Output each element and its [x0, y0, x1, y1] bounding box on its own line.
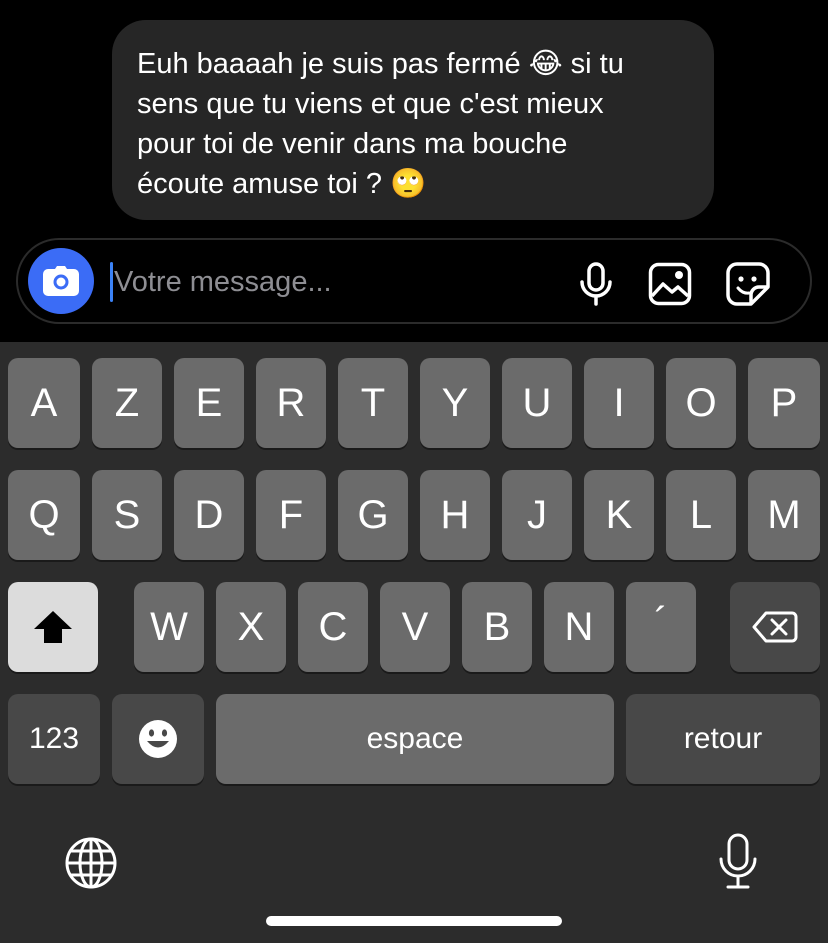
- key-n[interactable]: N: [544, 582, 614, 672]
- key-k[interactable]: K: [584, 470, 654, 560]
- keyboard: A Z E R T Y U I O P Q S D F G H J K L M …: [0, 342, 828, 943]
- shift-icon: [34, 611, 72, 643]
- chat-area: Euh baaaah je suis pas fermé 😂 si tu sen…: [0, 0, 828, 342]
- key-o[interactable]: O: [666, 358, 736, 448]
- key-p[interactable]: P: [748, 358, 820, 448]
- key-t[interactable]: T: [338, 358, 408, 448]
- shift-key[interactable]: [8, 582, 98, 672]
- dictation-button[interactable]: [710, 830, 766, 894]
- key-y[interactable]: Y: [420, 358, 490, 448]
- home-indicator[interactable]: [266, 916, 562, 926]
- message-bubble: Euh baaaah je suis pas fermé 😂 si tu sen…: [112, 20, 714, 220]
- backspace-key[interactable]: [730, 582, 820, 672]
- key-f[interactable]: F: [256, 470, 326, 560]
- key-m[interactable]: M: [748, 470, 820, 560]
- emoji-icon: [139, 720, 177, 758]
- key-e[interactable]: E: [174, 358, 244, 448]
- globe-icon: [65, 837, 117, 889]
- emoji-key[interactable]: [112, 694, 204, 784]
- key-s[interactable]: S: [92, 470, 162, 560]
- image-icon: [648, 262, 692, 306]
- key-l[interactable]: L: [666, 470, 736, 560]
- dictation-icon: [719, 833, 757, 889]
- key-r[interactable]: R: [256, 358, 326, 448]
- camera-button[interactable]: [28, 248, 94, 314]
- key-w[interactable]: W: [134, 582, 204, 672]
- key-g[interactable]: G: [338, 470, 408, 560]
- key-q[interactable]: Q: [8, 470, 80, 560]
- key-a[interactable]: A: [8, 358, 80, 448]
- key-x[interactable]: X: [216, 582, 286, 672]
- backspace-icon: [752, 611, 798, 643]
- microphone-button[interactable]: [572, 260, 620, 308]
- sticker-button[interactable]: [724, 260, 772, 308]
- message-composer: [16, 238, 812, 324]
- return-key[interactable]: retour: [626, 694, 820, 784]
- text-caret: [110, 262, 113, 302]
- numbers-key[interactable]: 123: [8, 694, 100, 784]
- space-key[interactable]: espace: [216, 694, 614, 784]
- key-b[interactable]: B: [462, 582, 532, 672]
- camera-icon: [43, 266, 79, 296]
- key-z[interactable]: Z: [92, 358, 162, 448]
- gallery-button[interactable]: [646, 260, 694, 308]
- key-d[interactable]: D: [174, 470, 244, 560]
- message-input[interactable]: [114, 258, 554, 306]
- key-c[interactable]: C: [298, 582, 368, 672]
- globe-button[interactable]: [62, 834, 120, 892]
- sticker-icon: [726, 262, 770, 306]
- key-u[interactable]: U: [502, 358, 572, 448]
- microphone-icon: [580, 262, 612, 306]
- key-j[interactable]: J: [502, 470, 572, 560]
- key-v[interactable]: V: [380, 582, 450, 672]
- key-acute-accent[interactable]: ´: [626, 582, 696, 672]
- key-i[interactable]: I: [584, 358, 654, 448]
- key-h[interactable]: H: [420, 470, 490, 560]
